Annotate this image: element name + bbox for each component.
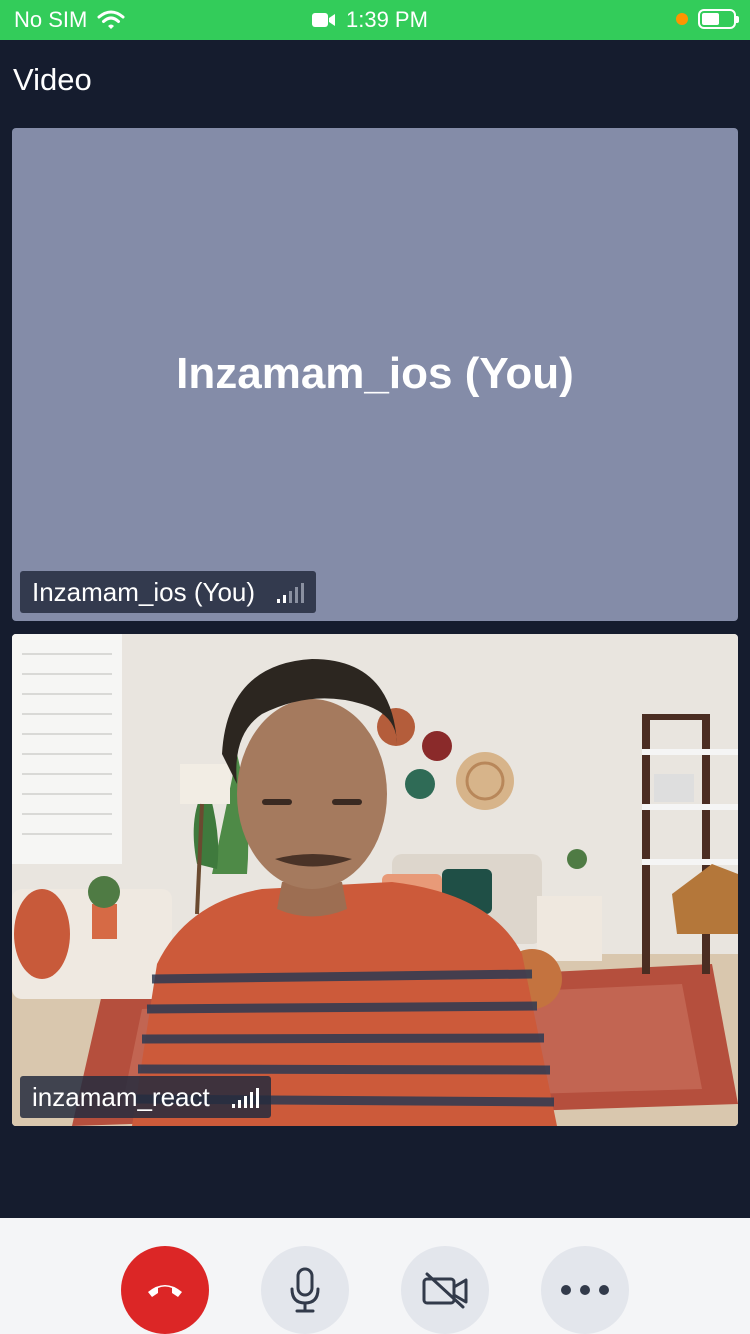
page-title: Video bbox=[13, 62, 92, 97]
microphone-button[interactable] bbox=[261, 1246, 349, 1334]
video-off-icon bbox=[422, 1272, 468, 1309]
signal-bar bbox=[277, 599, 281, 603]
phone-hangup-icon bbox=[148, 1285, 182, 1297]
status-bar: No SIM 1:39 PM bbox=[0, 0, 750, 40]
battery-level bbox=[702, 13, 719, 25]
carrier-label: No SIM bbox=[14, 7, 88, 32]
self-video-tile[interactable]: Inzamam_ios (You) Inzamam_ios (You) bbox=[12, 128, 738, 621]
camera-toggle-button[interactable] bbox=[401, 1246, 489, 1334]
more-options-button[interactable] bbox=[541, 1246, 629, 1334]
clock: 1:39 PM bbox=[346, 7, 428, 32]
wifi-icon bbox=[97, 10, 125, 29]
signal-bar bbox=[283, 595, 287, 603]
network-signal-icon bbox=[231, 1086, 259, 1108]
self-display-name: Inzamam_ios (You) bbox=[176, 349, 574, 398]
self-name-label: Inzamam_ios (You) bbox=[32, 576, 256, 607]
recording-indicator-dot bbox=[676, 13, 688, 25]
end-call-button[interactable] bbox=[121, 1246, 209, 1334]
signal-bar bbox=[237, 1100, 241, 1108]
self-name-tag: Inzamam_ios (You) bbox=[20, 571, 317, 613]
more-icon bbox=[561, 1285, 609, 1295]
signal-bar bbox=[249, 1092, 253, 1108]
battery-icon bbox=[698, 9, 739, 29]
signal-bar bbox=[231, 1104, 235, 1108]
status-center: 1:39 PM bbox=[312, 7, 428, 33]
signal-bar bbox=[289, 591, 293, 603]
status-right bbox=[676, 9, 739, 29]
remote-name-tag: inzamam_react bbox=[20, 1076, 271, 1118]
signal-bar bbox=[255, 1088, 259, 1108]
remote-video-tile[interactable]: inzamam_react bbox=[12, 634, 738, 1126]
video-camera-status-icon bbox=[312, 13, 335, 27]
remote-name-label: inzamam_react bbox=[32, 1081, 210, 1112]
microphone-icon bbox=[290, 1267, 320, 1313]
signal-bar bbox=[301, 583, 305, 603]
signal-bar bbox=[243, 1096, 247, 1108]
signal-bar bbox=[295, 587, 299, 603]
network-signal-icon bbox=[277, 581, 305, 603]
remote-video-feed bbox=[12, 634, 738, 1126]
status-left: No SIM bbox=[14, 7, 125, 33]
call-control-bar bbox=[0, 1218, 750, 1334]
